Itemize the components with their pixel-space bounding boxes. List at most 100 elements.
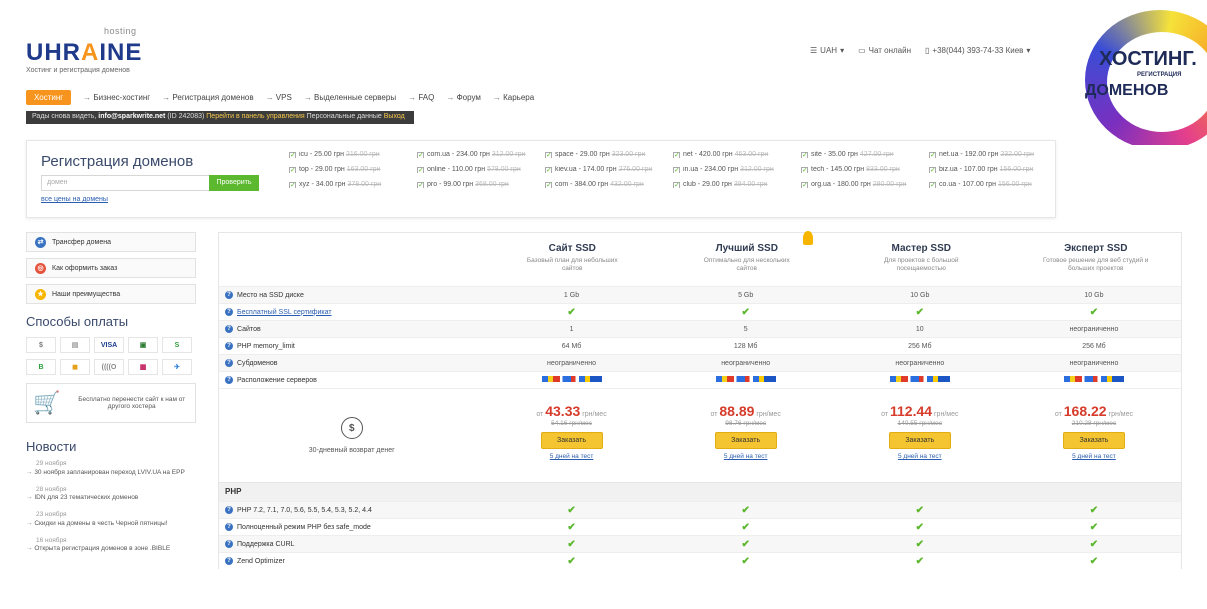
chevron-down-icon: ▾ bbox=[1026, 46, 1031, 55]
order-button[interactable]: Заказать bbox=[714, 432, 777, 449]
table-row: ? Полноценный режим PHP без safe_mode ✔ ✔ ✔ ✔ bbox=[218, 518, 1182, 535]
feature-value: ✔ bbox=[833, 539, 1007, 550]
nav-item-dedicated-servers[interactable]: Выделенные серверы bbox=[304, 93, 396, 102]
site-logo[interactable]: hosting UHRAINE Хостинг и регистрация до… bbox=[26, 26, 166, 76]
nav-item-faq[interactable]: FAQ bbox=[408, 93, 434, 102]
checkbox-icon[interactable]: ✓ bbox=[673, 182, 680, 188]
nav-item-forum[interactable]: Форум bbox=[446, 93, 481, 102]
advantages-button[interactable]: ★ Наши преимущества bbox=[26, 284, 196, 304]
checkbox-icon[interactable]: ✓ bbox=[289, 152, 296, 158]
checkbox-icon[interactable]: ✓ bbox=[545, 152, 552, 158]
zone-old-price: 163.00 грн bbox=[346, 166, 381, 173]
domain-zone-item[interactable]: ✓ biz.ua - 107.00 грн 156.00 грн bbox=[929, 166, 1057, 173]
logout-link[interactable]: Выход bbox=[384, 113, 405, 120]
nav-item-business-hosting[interactable]: Бизнес-хостинг bbox=[83, 93, 150, 102]
checkbox-icon[interactable]: ✓ bbox=[801, 152, 808, 158]
domain-zone-item[interactable]: ✓ in.ua - 234.00 грн 312.00 грн bbox=[673, 166, 801, 173]
news-title-link[interactable]: Скидки на домены в честь Черной пятницы! bbox=[26, 520, 196, 529]
how-to-order-button[interactable]: ◎ Как оформить заказ bbox=[26, 258, 196, 278]
domain-zone-item[interactable]: ✓ site - 35.00 грн 427.00 грн bbox=[801, 151, 929, 158]
php-section-header: PHP bbox=[218, 483, 1182, 501]
checkbox-icon[interactable]: ✓ bbox=[929, 182, 936, 188]
control-panel-link[interactable]: Перейти в панель управления bbox=[206, 113, 304, 120]
checkbox-icon[interactable]: ✓ bbox=[545, 182, 552, 188]
currency-selector[interactable]: ☰ UAH ▾ bbox=[810, 46, 844, 55]
domain-zone-item[interactable]: ✓ org.ua - 180.00 грн 280.00 грн bbox=[801, 181, 929, 188]
news-title-link[interactable]: IDN для 23 тематических доменов bbox=[26, 494, 196, 503]
domain-zone-item[interactable]: ✓ icu - 25.00 грн 216.00 грн bbox=[289, 151, 417, 158]
order-button[interactable]: Заказать bbox=[540, 432, 603, 449]
personal-data-link[interactable]: Персональные данные bbox=[307, 113, 382, 120]
checkbox-icon[interactable]: ✓ bbox=[673, 167, 680, 173]
question-icon[interactable]: ? bbox=[225, 540, 233, 548]
checkbox-icon[interactable]: ✓ bbox=[417, 167, 424, 173]
check-domain-button[interactable]: Проверить bbox=[209, 175, 259, 191]
phone-selector[interactable]: ▯ +38(044) 393-74-33 Киев ▾ bbox=[925, 46, 1030, 55]
domain-zone-item[interactable]: ✓ online - 110.00 грн 578.00 грн bbox=[417, 166, 545, 173]
domain-zone-item[interactable]: ✓ xyz - 34.00 грн 378.00 грн bbox=[289, 181, 417, 188]
news-item[interactable]: 16 ноябряОткрыта регистрация доменов в з… bbox=[26, 537, 196, 555]
checkbox-icon[interactable]: ✓ bbox=[289, 182, 296, 188]
promo-banner[interactable]: ХОСТИНГ. РЕГИСТРАЦИЯ ДОМЕНОВ bbox=[1077, 0, 1207, 145]
question-icon[interactable]: ? bbox=[225, 359, 233, 367]
feature-label-text[interactable]: Бесплатный SSL сертификат bbox=[237, 309, 332, 316]
domain-zone-item[interactable]: ✓ kiev.ua - 174.00 грн 276.00 грн bbox=[545, 166, 673, 173]
checkbox-icon[interactable]: ✓ bbox=[289, 167, 296, 173]
checkbox-icon[interactable]: ✓ bbox=[929, 152, 936, 158]
feature-value: ✔ bbox=[1007, 522, 1181, 533]
news-title-link[interactable]: 30 ноября запланирован переход LVIV.UA н… bbox=[26, 469, 196, 478]
domain-zone-list: ✓ icu - 25.00 грн 216.00 грн ✓ com.ua - 234.… bbox=[289, 151, 1057, 188]
checkbox-icon[interactable]: ✓ bbox=[801, 182, 808, 188]
nav-item-vps[interactable]: VPS bbox=[266, 93, 292, 102]
nav-item-domain-registration[interactable]: Регистрация доменов bbox=[162, 93, 253, 102]
domain-zone-item[interactable]: ✓ net.ua - 192.00 грн 232.00 грн bbox=[929, 151, 1057, 158]
plan-old-price: 98.76 грн/мес bbox=[725, 420, 767, 427]
question-icon[interactable]: ? bbox=[225, 557, 233, 565]
news-item[interactable]: 29 ноября 30 ноября запланирован переход … bbox=[26, 460, 196, 478]
domain-zone-item[interactable]: ✓ tech - 145.00 грн 833.00 грн bbox=[801, 166, 929, 173]
checkbox-icon[interactable]: ✓ bbox=[417, 182, 424, 188]
news-title-link[interactable]: Открыта регистрация доменов в зоне .BIBL… bbox=[26, 545, 196, 554]
news-item[interactable]: 28 ноябряIDN для 23 тематических доменов bbox=[26, 486, 196, 504]
test-period-link[interactable]: 5 дней на тест bbox=[833, 453, 1007, 460]
transfer-domain-button[interactable]: ⇄ Трансфер домена bbox=[26, 232, 196, 252]
checkbox-icon[interactable]: ✓ bbox=[801, 167, 808, 173]
banner-line-2: РЕГИСТРАЦИЯ bbox=[1137, 72, 1182, 78]
domain-zone-item[interactable]: ✓ pro - 99.00 грн 368.00 грн bbox=[417, 181, 545, 188]
domain-search-input[interactable]: домен bbox=[41, 175, 221, 191]
table-row: ? PHP memory_limit 64 Мб 128 Мб 256 Мб 256 Мб bbox=[218, 337, 1182, 354]
nav-item-career[interactable]: Карьера bbox=[493, 93, 534, 102]
nav-item-hosting[interactable]: Хостинг bbox=[26, 90, 72, 105]
domain-zone-item[interactable]: ✓ com - 384.00 грн 432.00 грн bbox=[545, 181, 673, 188]
feature-value bbox=[659, 376, 833, 384]
checkbox-icon[interactable]: ✓ bbox=[929, 167, 936, 173]
domain-zone-item[interactable]: ✓ space - 29.00 грн 323.00 грн bbox=[545, 151, 673, 158]
test-period-link[interactable]: 5 дней на тест bbox=[484, 453, 658, 460]
question-icon[interactable]: ? bbox=[225, 342, 233, 350]
table-row: ? Расположение серверов bbox=[218, 371, 1182, 388]
question-icon[interactable]: ? bbox=[225, 523, 233, 531]
checkbox-icon[interactable]: ✓ bbox=[545, 167, 552, 173]
free-transfer-banner[interactable]: 🛒 Бесплатно перенести сайт к нам от друг… bbox=[26, 383, 196, 423]
question-icon[interactable]: ? bbox=[225, 308, 233, 316]
domain-zone-item[interactable]: ✓ com.ua - 234.00 грн 312.00 грн bbox=[417, 151, 545, 158]
question-icon[interactable]: ? bbox=[225, 376, 233, 384]
feature-value: ✔ bbox=[484, 522, 658, 533]
checkbox-icon[interactable]: ✓ bbox=[673, 152, 680, 158]
all-domain-prices-link[interactable]: все цены на домены bbox=[41, 196, 108, 203]
question-icon[interactable]: ? bbox=[225, 291, 233, 299]
question-icon[interactable]: ? bbox=[225, 506, 233, 514]
feature-value: ✔ bbox=[659, 556, 833, 567]
domain-zone-item[interactable]: ✓ club - 29.00 грн 384.00 грн bbox=[673, 181, 801, 188]
domain-zone-item[interactable]: ✓ net - 420.00 грн 463.00 грн bbox=[673, 151, 801, 158]
domain-zone-item[interactable]: ✓ top - 29.00 грн 163.00 грн bbox=[289, 166, 417, 173]
checkbox-icon[interactable]: ✓ bbox=[417, 152, 424, 158]
question-icon[interactable]: ? bbox=[225, 325, 233, 333]
test-period-link[interactable]: 5 дней на тест bbox=[1007, 453, 1181, 460]
order-button[interactable]: Заказать bbox=[888, 432, 951, 449]
order-button[interactable]: Заказать bbox=[1062, 432, 1125, 449]
online-chat-link[interactable]: ▭ Чат онлайн bbox=[858, 46, 911, 55]
test-period-link[interactable]: 5 дней на тест bbox=[659, 453, 833, 460]
news-item[interactable]: 23 ноябряСкидки на домены в честь Черной… bbox=[26, 511, 196, 529]
domain-zone-item[interactable]: ✓ co.ua - 107.00 грн 156.00 грн bbox=[929, 181, 1057, 188]
